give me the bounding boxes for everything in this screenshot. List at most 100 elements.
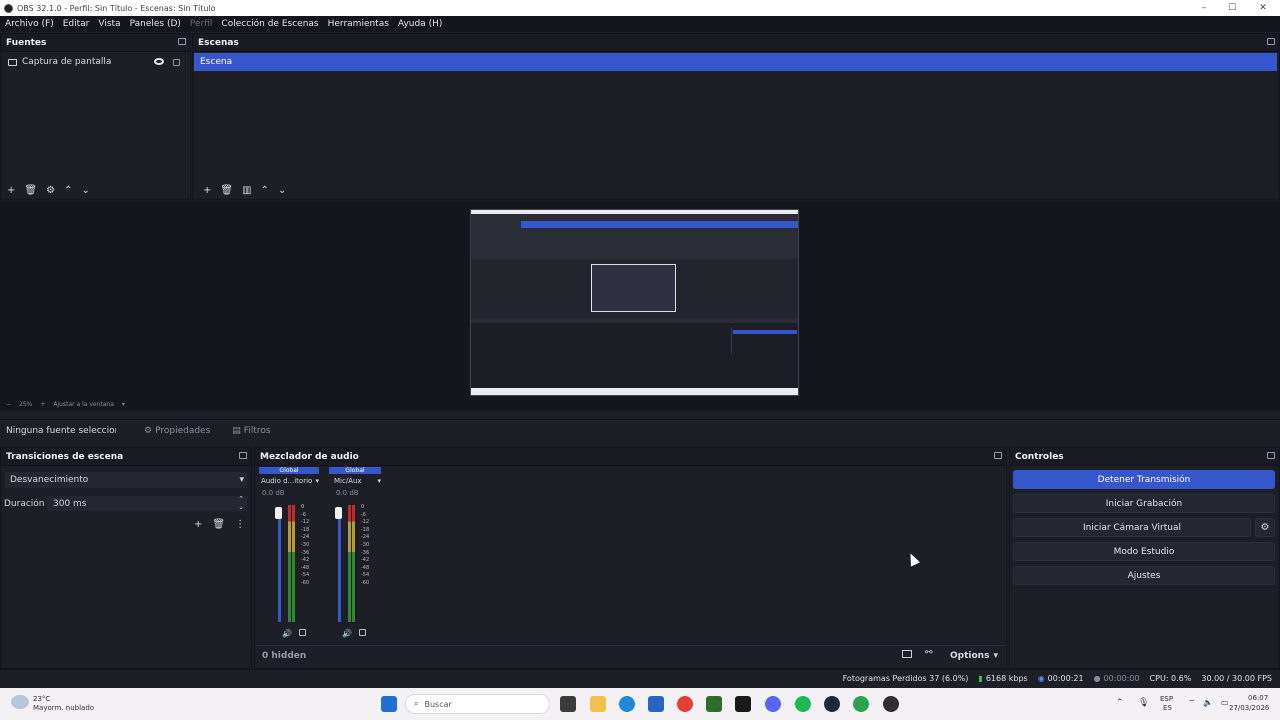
discord-icon[interactable] [765, 696, 781, 712]
trash-icon[interactable]: 🗑 [220, 185, 233, 196]
lock-icon[interactable] [173, 59, 180, 66]
battery-icon[interactable]: ▭ [1221, 698, 1229, 707]
weather-icon[interactable] [11, 695, 29, 709]
start-recording-button[interactable]: Iniciar Grabación [1013, 494, 1275, 513]
steam-icon[interactable] [824, 696, 840, 712]
menu-perfil[interactable]: Perfil [190, 19, 213, 29]
taskbar-search[interactable]: ⌕ Buscar [405, 694, 550, 714]
virtual-camera-settings-icon[interactable]: ⚙ [1255, 518, 1275, 537]
volume-slider[interactable] [338, 512, 341, 622]
volume-handle[interactable] [335, 507, 342, 519]
channel-name-row[interactable]: Mic/Aux ▾ [329, 477, 381, 485]
chevron-down-icon[interactable]: ⌄ [81, 185, 89, 196]
stream-icon: ◉ [1037, 674, 1045, 683]
global-badge: Global [329, 467, 381, 474]
wifi-icon[interactable]: ⌔ [1188, 698, 1196, 708]
zoom-in-icon[interactable]: + [40, 401, 45, 408]
bitrate-indicator: ▮ 6168 kbps [978, 674, 1027, 683]
transition-select[interactable]: Desvanecimiento ▾ [5, 472, 247, 488]
menu-paneles[interactable]: Paneles (D) [130, 19, 181, 29]
fit-window-label[interactable]: Ajustar a la ventana [53, 401, 114, 408]
zoom-out-icon[interactable]: − [6, 401, 11, 408]
add-icon[interactable]: + [7, 185, 15, 196]
options-button[interactable]: Options ▾ [950, 651, 998, 661]
microphone-icon[interactable]: 🎙 [1138, 698, 1149, 708]
volume-icon[interactable]: 🔈 [1203, 698, 1213, 707]
menu-coleccion[interactable]: Colección de Escenas [221, 19, 318, 29]
channel-name-row[interactable]: Audio d...itorio ▾ [259, 477, 319, 485]
more-icon[interactable]: ⋮ [235, 519, 245, 530]
speaker-icon[interactable]: 🔊 [342, 629, 352, 638]
clock-time[interactable]: 06:07 [1248, 694, 1268, 702]
task-view-icon[interactable] [560, 696, 576, 712]
controls-title: Controles [1015, 451, 1064, 462]
undock-icon[interactable] [239, 452, 247, 459]
menu-herramientas[interactable]: Herramientas [328, 19, 389, 29]
maximize-button[interactable]: ☐ [1221, 0, 1243, 16]
chevron-up-icon[interactable]: ⌃ [64, 185, 72, 196]
minecraft-icon[interactable] [706, 696, 722, 712]
trash-icon[interactable]: 🗑 [212, 519, 225, 530]
undock-icon[interactable] [994, 452, 1002, 459]
spotify-icon[interactable] [795, 696, 811, 712]
windows-start-icon[interactable] [381, 696, 397, 712]
eye-icon[interactable] [154, 58, 164, 65]
transitions-dock: Transiciones de escena Desvanecimiento ▾… [0, 447, 252, 669]
menu-editar[interactable]: Editar [63, 19, 90, 29]
scene-item[interactable]: Escena [194, 53, 1277, 71]
start-recording-label: Iniciar Grabación [1105, 498, 1183, 509]
level-meter [292, 505, 295, 622]
chrome-app-icon[interactable] [853, 696, 869, 712]
undock-icon[interactable] [1267, 38, 1275, 45]
speaker-icon[interactable]: 🔊 [282, 629, 292, 638]
close-button[interactable]: ✕ [1252, 0, 1274, 16]
file-explorer-icon[interactable] [590, 696, 606, 712]
epic-games-icon[interactable] [735, 696, 751, 712]
undock-icon[interactable] [1267, 452, 1275, 459]
channel-settings-icon[interactable] [299, 629, 306, 636]
spin-arrows-icon[interactable]: ⌃ ⌄ [238, 495, 244, 511]
hidden-count[interactable]: 0 hidden [262, 651, 306, 661]
zoom-level: 25% [19, 401, 33, 408]
add-icon[interactable]: + [203, 185, 211, 196]
stream-time-value: 00:00:21 [1047, 674, 1084, 683]
chevron-down-icon[interactable]: ▾ [122, 401, 125, 408]
store-icon[interactable] [648, 696, 664, 712]
duration-spinbox[interactable]: 300 ms ⌃ ⌄ [47, 495, 247, 511]
add-icon[interactable]: + [194, 519, 202, 530]
source-item[interactable]: Captura de pantalla [1, 53, 190, 71]
settings-button[interactable]: Ajustes [1013, 566, 1275, 585]
bitrate-value: 6168 kbps [985, 674, 1028, 683]
volume-handle[interactable] [275, 507, 282, 519]
sources-toolbar: + 🗑 ⚙ ⌃ ⌄ [1, 181, 90, 199]
chevron-down-icon[interactable]: ⌄ [278, 185, 286, 196]
trash-icon[interactable]: 🗑 [24, 185, 37, 196]
edge-icon[interactable] [619, 696, 635, 712]
tray-chevron-icon[interactable]: ⌃ [1116, 698, 1124, 708]
gear-icon[interactable]: ⚙ [46, 185, 55, 196]
link-icon[interactable]: ⚯ [925, 648, 933, 658]
chevron-up-icon[interactable]: ⌃ [261, 185, 269, 196]
dropped-frames: Fotogramas Perdidos 37 (6.0%) [842, 674, 969, 683]
obs-taskbar-icon[interactable] [883, 696, 899, 712]
menu-vista[interactable]: Vista [98, 19, 120, 29]
window-title-bar: OBS 32.1.0 - Perfil: Sin Título - Escena… [0, 0, 1280, 16]
options-label: Options [950, 651, 990, 661]
gear-icon: ⚙ [144, 425, 153, 436]
chrome-icon[interactable] [677, 696, 693, 712]
layout-toggle-icon[interactable] [902, 650, 912, 658]
volume-slider[interactable] [278, 512, 281, 622]
menu-archivo[interactable]: Archivo (F) [5, 19, 54, 29]
studio-mode-button[interactable]: Modo Estudio [1013, 542, 1275, 561]
channel-settings-icon[interactable] [359, 629, 366, 636]
start-virtual-camera-button[interactable]: Iniciar Cámara Virtual [1013, 518, 1251, 537]
clock-date[interactable]: 27/03/2026 [1229, 704, 1269, 712]
filters-button[interactable]: ▤ Filtros [232, 426, 270, 436]
language-code[interactable]: ESP [1160, 695, 1173, 703]
filter-icon[interactable]: ▥ [242, 185, 251, 196]
menu-ayuda[interactable]: Ayuda (H) [398, 19, 442, 29]
minimize-button[interactable]: – [1193, 0, 1215, 16]
undock-icon[interactable] [178, 38, 186, 45]
properties-button[interactable]: ⚙ Propiedades [144, 426, 210, 436]
stop-stream-button[interactable]: Detener Transmisión [1013, 470, 1275, 489]
